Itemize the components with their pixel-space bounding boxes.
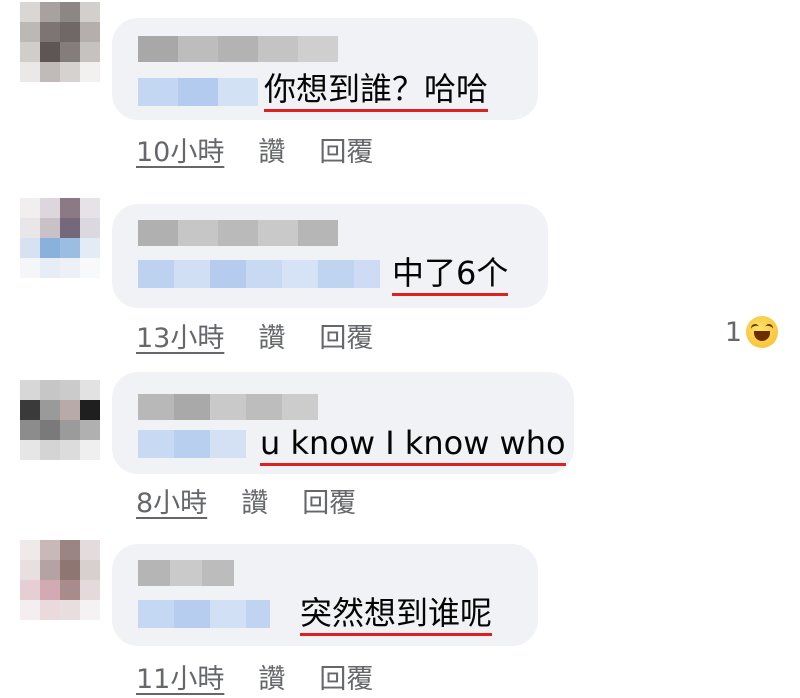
mention-blurred[interactable]	[138, 600, 270, 628]
comment-bubble: 突然想到谁呢	[112, 544, 538, 646]
mention-blurred[interactable]	[138, 260, 380, 288]
comment-actions: 11小時 讚 回覆	[136, 657, 373, 696]
reaction-count: 1	[724, 316, 742, 348]
commenter-name-blurred[interactable]	[138, 394, 318, 420]
commenter-name-blurred[interactable]	[138, 560, 234, 586]
like-button[interactable]: 讚	[241, 481, 268, 520]
comment-bubble: u know I know who	[112, 372, 574, 474]
timestamp-link[interactable]: 13小時	[136, 316, 224, 355]
avatar[interactable]	[20, 540, 100, 620]
comment-text: u know I know who	[260, 424, 566, 466]
mention-blurred[interactable]	[138, 78, 258, 106]
reply-button[interactable]: 回覆	[319, 316, 373, 355]
comment-text: 中了6个	[392, 254, 509, 296]
laughing-emoji-icon	[746, 316, 778, 348]
reply-button[interactable]: 回覆	[302, 481, 356, 520]
avatar[interactable]	[20, 380, 100, 460]
commenter-name-blurred[interactable]	[138, 220, 338, 246]
like-button[interactable]: 讚	[258, 316, 285, 355]
like-button[interactable]: 讚	[258, 130, 285, 169]
comment-actions: 10小時 讚 回覆	[136, 130, 373, 169]
comment-bubble: 你想到誰？哈哈	[112, 18, 538, 120]
reply-button[interactable]: 回覆	[319, 130, 373, 169]
comment-text: 突然想到谁呢	[300, 594, 493, 636]
avatar[interactable]	[20, 198, 100, 278]
avatar[interactable]	[20, 2, 100, 82]
comment-text: 你想到誰？哈哈	[264, 70, 489, 112]
comment-actions: 8小時 讚 回覆	[136, 481, 356, 520]
reaction-summary[interactable]: 1	[725, 316, 778, 348]
timestamp-link[interactable]: 10小時	[136, 130, 224, 169]
timestamp-link[interactable]: 8小時	[136, 481, 207, 520]
mention-blurred[interactable]	[138, 430, 246, 458]
like-button[interactable]: 讚	[258, 657, 285, 696]
timestamp-link[interactable]: 11小時	[136, 657, 224, 696]
commenter-name-blurred[interactable]	[138, 36, 338, 62]
reply-button[interactable]: 回覆	[319, 657, 373, 696]
comment-actions: 13小時 讚 回覆	[136, 316, 373, 355]
comment-bubble: 中了6个	[112, 204, 548, 308]
